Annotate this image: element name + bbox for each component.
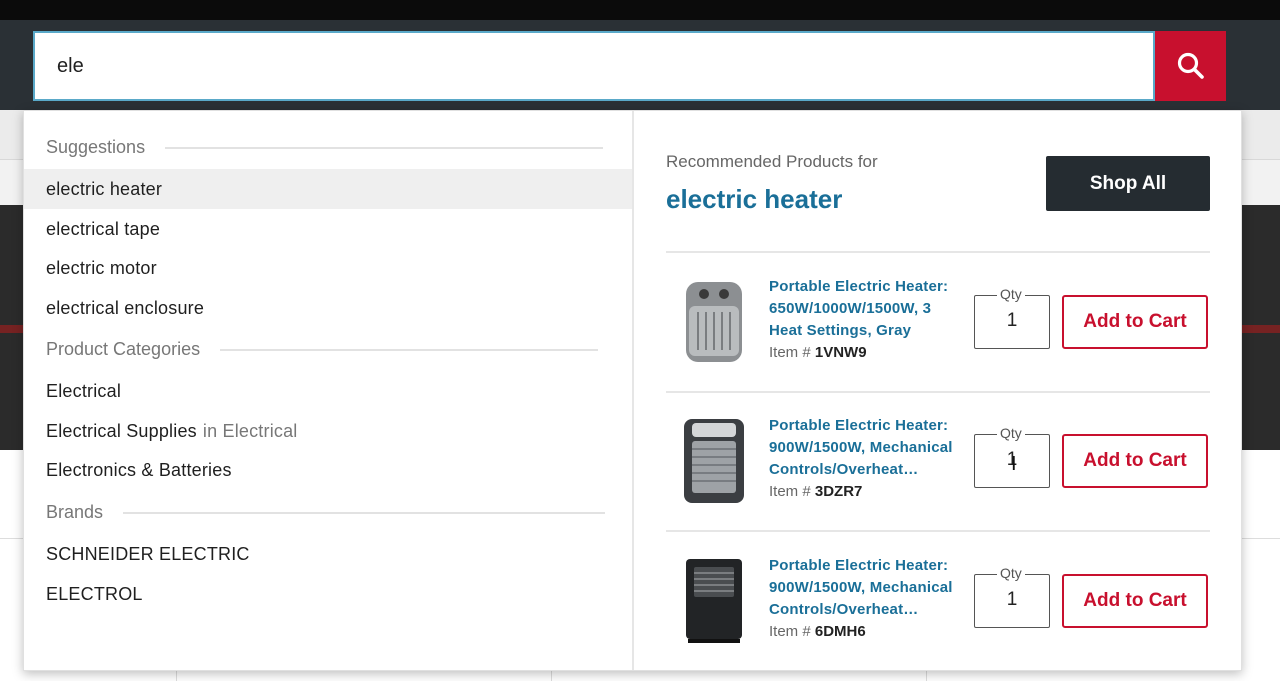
recommended-panel: Recommended Products for electric heater… [634, 111, 1243, 670]
search-dropdown: Suggestions electric heater electrical t… [23, 110, 1242, 671]
top-strip [0, 0, 1280, 20]
brand-item[interactable]: ELECTROL [24, 574, 632, 614]
shop-all-button[interactable]: Shop All [1046, 156, 1210, 211]
separator [666, 391, 1210, 393]
product-image [686, 282, 742, 362]
product-title[interactable]: Portable Electric Heater: 900W/1500W, Me… [769, 555, 959, 621]
search-input[interactable] [33, 31, 1155, 101]
add-to-cart-button[interactable]: Add to Cart [1062, 574, 1208, 628]
product-image [684, 419, 744, 503]
category-item[interactable]: Electrical Supplies in Electrical [24, 411, 632, 451]
suggestion-item[interactable]: electrical tape [24, 209, 632, 249]
brand-item[interactable]: SCHNEIDER ELECTRIC [24, 534, 632, 574]
search-icon [1177, 52, 1204, 79]
product-title[interactable]: Portable Electric Heater: 900W/1500W, Me… [769, 415, 959, 481]
quantity-input[interactable]: Qty 1 [974, 565, 1050, 628]
product-item-number: Item # 1VNW9 [769, 344, 867, 361]
separator [666, 530, 1210, 532]
product-item-number: Item # 6DMH6 [769, 623, 866, 640]
search-button[interactable] [1155, 31, 1226, 101]
quantity-input[interactable]: Qty 1 [974, 286, 1050, 349]
category-item[interactable]: Electronics & Batteries [24, 450, 632, 490]
recommended-term[interactable]: electric heater [666, 184, 842, 215]
brands-heading: Brands [46, 502, 606, 523]
product-item-number: Item # 3DZR7 [769, 483, 863, 500]
recommended-label: Recommended Products for [666, 152, 878, 171]
add-to-cart-button[interactable]: Add to Cart [1062, 295, 1208, 349]
suggestion-item[interactable]: electric heater [24, 169, 632, 209]
category-item[interactable]: Electrical [24, 371, 632, 411]
suggestions-heading: Suggestions [46, 137, 604, 158]
suggestion-item[interactable]: electric motor [24, 248, 632, 288]
categories-heading: Product Categories [46, 339, 599, 360]
suggestion-panel: Suggestions electric heater electrical t… [24, 111, 632, 670]
suggestion-item[interactable]: electrical enclosure [24, 288, 632, 328]
separator [666, 251, 1210, 253]
product-title[interactable]: Portable Electric Heater: 650W/1000W/150… [769, 276, 959, 342]
text-cursor-icon: I [1011, 453, 1017, 475]
add-to-cart-button[interactable]: Add to Cart [1062, 434, 1208, 488]
product-image [686, 559, 742, 643]
quantity-input[interactable]: Qty 1 I [974, 425, 1050, 488]
product-card: Portable Electric Heater: 900W/1500W, Me… [666, 555, 1210, 681]
